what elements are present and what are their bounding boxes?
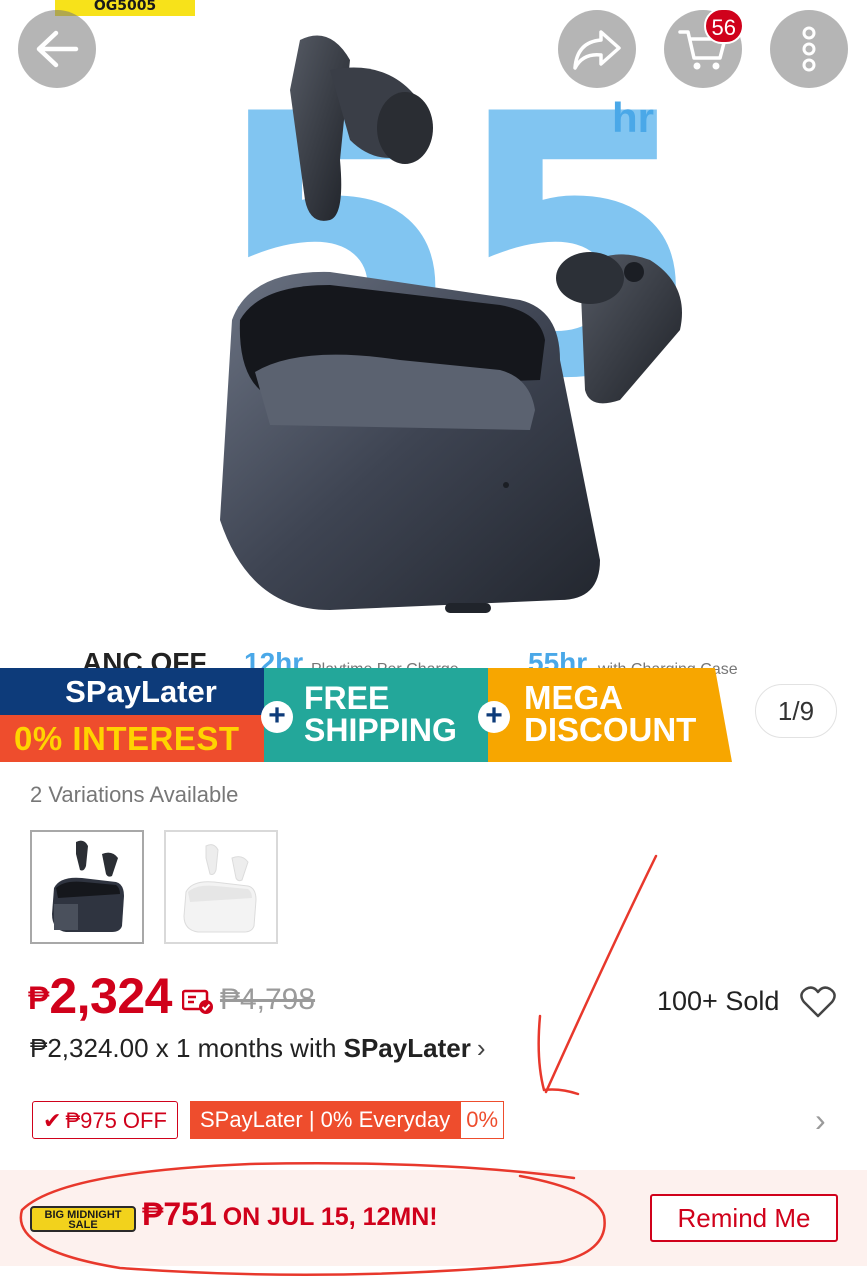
promo-mega-discount: MEGA DISCOUNT [488,668,732,762]
variation-thumbnail [183,844,257,933]
promo-free-shipping: FREE SHIPPING [264,668,504,762]
annotation-arrow-head [537,1014,580,1096]
promo-spaylater: SPayLater [0,668,282,715]
product-page: OG5005 55 hr ANC OFF 12hr 55hr Case 56 S… [0,0,867,1280]
sale-logo-line2: SALE [68,1219,98,1231]
share-icon [573,30,621,70]
heart-icon[interactable] [800,985,836,1019]
installment-info[interactable]: ₱2,324.00 x 1 months with SPayLater › [30,1033,485,1064]
promo-free-line2: SHIPPING [304,712,457,748]
promo-banner: SPayLater 0% INTEREST FREE SHIPPING MEGA… [0,668,867,762]
spaylater-tag[interactable]: SPayLater | 0% Everyday 0% [190,1101,505,1139]
more-options-button[interactable] [770,10,848,88]
back-button[interactable] [18,10,96,88]
flash-sale-date: ON JUL 15, 12MN! [222,1203,438,1231]
voucher-check-icon [181,989,213,1014]
promo-mega-line2: DISCOUNT [524,711,697,748]
variation-thumbnail [52,840,124,932]
plus-icon: + [261,701,293,733]
spaylater-tag-label: SPayLater | 0% Everyday [190,1101,461,1139]
variation-swatch-black[interactable] [30,830,144,944]
chevron-right-icon: › [476,1033,486,1063]
flash-sale-amount: ₱751 [142,1196,217,1232]
current-price: 2,324 [49,968,172,1024]
installment-amount: ₱2,324.00 x 1 months with [30,1033,344,1063]
hero-big-number-unit: hr [612,94,654,141]
remind-me-button[interactable]: Remind Me [650,1194,838,1242]
share-button[interactable] [558,10,636,88]
cart-button[interactable]: 56 [664,8,744,88]
variation-swatch-white[interactable] [164,830,278,944]
original-price: ₱4,798 [219,983,316,1016]
cart-count-badge: 56 [703,8,744,44]
promo-free-line1: FREE [304,680,390,716]
chevron-right-icon[interactable]: › [815,1102,826,1139]
promo-mega-line1: MEGA [524,679,623,716]
image-page-indicator: 1/9 [755,684,837,738]
discount-tag[interactable]: ✔ ₱975 OFF [32,1101,178,1139]
arrow-left-icon [36,30,79,68]
big-midnight-sale-logo: BIG MIDNIGHT SALE [30,1206,136,1232]
more-vertical-icon [802,26,816,72]
promo-interest: 0% INTEREST [0,715,282,762]
installment-brand: SPayLater [343,1033,471,1063]
product-image-carousel[interactable]: OG5005 55 hr ANC OFF 12hr 55hr Case 56 S… [0,0,867,765]
discount-tag-label: ₱975 OFF [65,1107,167,1133]
annotation-arrow-line [544,854,658,1094]
spaylater-tag-percent: 0% [460,1101,505,1139]
variations-label: 2 Variations Available [30,782,239,807]
product-image: 55 hr ANC OFF 12hr Playtime Per Charge 5… [82,35,738,678]
flash-sale-price: ₱751 ON JUL 15, 12MN! [142,1196,438,1233]
price-row: ₱ 2,324 ₱4,798 [28,967,315,1025]
price-currency: ₱ [28,980,50,1016]
sold-count: 100+ Sold [657,986,780,1016]
check-icon: ✔ [43,1107,62,1133]
plus-icon: + [478,701,510,733]
